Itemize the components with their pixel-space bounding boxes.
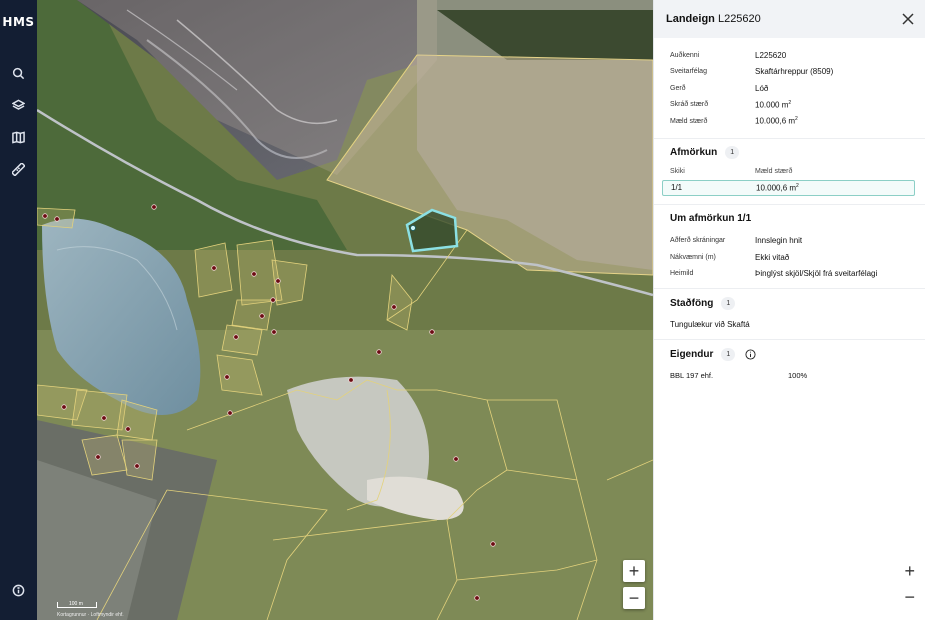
detail-value-text: 10.000 m <box>755 100 789 110</box>
detail-value: L225620 <box>755 50 787 60</box>
row-maeld-staerd-text: 10.000,6 m <box>756 183 797 193</box>
close-icon <box>902 13 914 25</box>
map-zoom-out-button[interactable]: − <box>623 587 645 609</box>
detail-key: Aðferð skráningar <box>670 237 726 245</box>
layers-icon <box>12 99 25 110</box>
detail-value-unit-exponent: 2 <box>795 116 798 123</box>
aerial-map[interactable] <box>37 0 653 620</box>
row-unit-exponent: 2 <box>796 182 799 189</box>
owner-name: BBL 197 ehf. <box>670 370 714 380</box>
detail-key: Gerð <box>670 84 686 92</box>
map-zoom-in-button[interactable]: + <box>623 560 645 582</box>
column-header-skiki: Skiki <box>670 168 685 175</box>
afmorkun-header: Afmörkun 1 <box>670 139 915 167</box>
eigendur-title: Eigendur <box>670 348 714 360</box>
layers-button[interactable] <box>0 89 37 121</box>
detail-value: Þinglýst skjöl/Skjöl frá sveitarfélagi <box>755 269 878 279</box>
detail-value: Innslegin hnit <box>755 236 803 246</box>
close-panel-button[interactable] <box>901 12 915 26</box>
um-afmorkun-row: Heimild Þinglýst skjöl/Skjöl frá sveitar… <box>670 266 915 283</box>
detail-key: Mæld stærð <box>670 117 708 125</box>
property-details: Auðkenni L225620 Sveitarfélag Skaftárhre… <box>654 38 925 139</box>
detail-key: Sveitarfélag <box>670 68 707 76</box>
detail-key: Heimild <box>670 270 694 278</box>
detail-row-audkenni: Auðkenni L225620 <box>670 47 915 64</box>
stadfong-section: Staðföng 1 Tungulækur við Skaftá <box>654 289 925 340</box>
panel-title-type: Landeign <box>666 13 715 25</box>
search-icon <box>12 67 25 79</box>
detail-row-sveitarfelag: Sveitarfélag Skaftárhreppur (8509) <box>670 64 915 81</box>
um-afmorkun-row: Nákvæmni (m) Ekki vitað <box>670 249 915 266</box>
measure-button[interactable] <box>0 153 37 185</box>
map-scale: 100 m <box>57 601 97 608</box>
owner-row: BBL 197 ehf. 100% <box>670 368 915 382</box>
details-panel: Landeign L225620 Auðkenni L225620 Sveita… <box>653 0 925 620</box>
map-view[interactable]: + − 100 m Kortagrunnur · Loftmyndir ehf. <box>37 0 653 620</box>
address-text: Tungulækur við Skaftá <box>670 319 750 329</box>
row-skiki: 1/1 <box>671 183 683 192</box>
panel-title: Landeign L225620 <box>666 13 761 25</box>
info-icon[interactable] <box>745 348 756 360</box>
stadfong-title: Staðföng <box>670 297 714 309</box>
detail-value: 10.000 m2 <box>755 100 791 110</box>
um-afmorkun-row: Aðferð skráningar Innslegin hnit <box>670 233 915 250</box>
eigendur-header: Eigendur 1 <box>670 340 915 368</box>
map-attribution: Kortagrunnur · Loftmyndir ehf. <box>57 612 124 618</box>
panel-zoom-in-button[interactable]: + <box>904 562 915 580</box>
map-button[interactable] <box>0 121 37 153</box>
afmorkun-table-row[interactable]: 1/1 10.000,6 m2 <box>662 179 915 196</box>
um-afmorkun-section: Um afmörkun 1/1 Aðferð skráningar Innsle… <box>654 205 925 289</box>
detail-value: Ekki vitað <box>755 252 790 262</box>
panel-zoom-out-button[interactable]: − <box>904 588 915 606</box>
detail-value: Skaftárhreppur (8509) <box>755 67 834 77</box>
info-icon <box>12 584 25 596</box>
ruler-icon <box>12 162 25 176</box>
detail-value: 10.000,6 m2 <box>755 116 798 126</box>
detail-key: Nákvæmni (m) <box>670 253 716 261</box>
detail-value: Lóð <box>755 83 769 93</box>
owner-share: 100% <box>788 370 808 380</box>
eigendur-section: Eigendur 1 BBL 197 ehf. 100% <box>654 340 925 382</box>
hms-logo[interactable]: HMS <box>2 15 34 29</box>
column-header-maeld-staerd: Mæld stærð <box>755 168 793 175</box>
info-button[interactable] <box>0 574 37 606</box>
search-button[interactable] <box>0 57 37 89</box>
detail-row-skrad-staerd: Skráð stærð 10.000 m2 <box>670 97 915 114</box>
detail-value-text: 10.000,6 m <box>755 117 796 127</box>
panel-title-id: L225620 <box>717 13 761 25</box>
stadfong-count-badge: 1 <box>721 296 736 310</box>
panel-header: Landeign L225620 <box>654 0 925 38</box>
app: HMS + − 100 m Kortagrunnur · Loftmyndir … <box>0 0 925 620</box>
um-afmorkun-header: Um afmörkun 1/1 <box>670 205 915 233</box>
scale-label: 100 m <box>69 601 83 607</box>
map-icon <box>12 130 25 144</box>
nav-rail: HMS <box>0 0 37 620</box>
eigendur-count-badge: 1 <box>721 347 736 361</box>
afmorkun-title: Afmörkun <box>670 147 718 158</box>
detail-value-unit-exponent: 2 <box>788 99 792 106</box>
detail-key: Auðkenni <box>670 51 700 59</box>
address-item: Tungulækur við Skaftá <box>670 317 915 331</box>
row-maeld-staerd: 10.000,6 m2 <box>756 183 799 193</box>
detail-key: Skráð stærð <box>670 101 709 109</box>
afmorkun-section: Afmörkun 1 Skiki Mæld stærð 1/1 10.000,6… <box>654 139 925 205</box>
um-afmorkun-title: Um afmörkun 1/1 <box>670 213 752 224</box>
stadfong-header: Staðföng 1 <box>670 289 915 317</box>
detail-row-gerd: Gerð Lóð <box>670 80 915 97</box>
afmorkun-count-badge: 1 <box>725 146 740 159</box>
detail-row-maeld-staerd: Mæld stærð 10.000,6 m2 <box>670 113 915 130</box>
afmorkun-table-header: Skiki Mæld stærð <box>670 167 915 177</box>
